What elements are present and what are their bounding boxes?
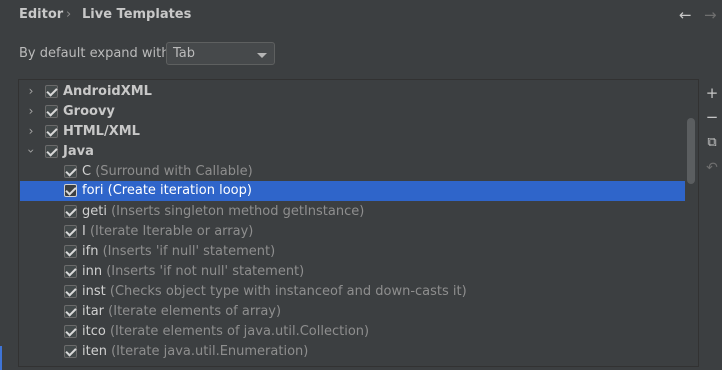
expand-with-value: Tab	[173, 46, 196, 61]
group-row-htmlxml[interactable]: › HTML/XML	[20, 122, 685, 142]
template-checkbox[interactable]	[64, 225, 77, 238]
group-label: Java	[63, 144, 94, 159]
template-row[interactable]: itar (Iterate elements of array)	[20, 302, 685, 322]
template-checkbox[interactable]	[64, 285, 77, 298]
template-row[interactable]: C (Surround with Callable)	[20, 162, 685, 182]
template-abbreviation: inst	[82, 284, 106, 299]
copy-icon[interactable]: ⧉	[703, 134, 721, 152]
group-row-java[interactable]: › Java	[20, 142, 685, 162]
expand-with-select[interactable]: Tab	[166, 42, 275, 65]
template-description: (Inserts 'if null' statement)	[102, 244, 276, 259]
template-description: (Inserts 'if not null' statement)	[106, 264, 305, 279]
template-description: (Iterate Iterable or array)	[89, 224, 254, 239]
template-row[interactable]: geti (Inserts singleton method getInstan…	[20, 202, 685, 222]
group-label: AndroidXML	[63, 84, 152, 99]
template-row[interactable]: iten (Iterate java.util.Enumeration)	[20, 342, 685, 362]
group-checkbox[interactable]	[45, 125, 58, 138]
forward-arrow-icon[interactable]: →	[704, 6, 717, 24]
header: Editor › Live Templates ← →	[0, 0, 722, 30]
template-checkbox[interactable]	[64, 345, 77, 358]
template-description: (Iterate elements of array)	[108, 304, 282, 319]
remove-icon[interactable]: −	[703, 108, 721, 126]
restore-defaults-icon[interactable]: ↶	[703, 159, 721, 177]
breadcrumb-separator: ›	[66, 7, 72, 22]
template-abbreviation: ifn	[82, 244, 99, 259]
add-icon[interactable]: +	[703, 84, 721, 102]
expand-with-label: By default expand with	[19, 46, 170, 61]
group-checkbox[interactable]	[45, 105, 58, 118]
group-checkbox[interactable]	[45, 85, 58, 98]
template-abbreviation: fori	[82, 183, 104, 198]
template-description: (Surround with Callable)	[95, 164, 253, 179]
template-abbreviation: I	[82, 224, 86, 239]
template-checkbox[interactable]	[64, 184, 77, 197]
template-description: (Iterate java.util.Enumeration)	[111, 344, 309, 359]
breadcrumb-editor[interactable]: Editor	[19, 7, 63, 22]
template-row[interactable]: I (Iterate Iterable or array)	[20, 222, 685, 242]
template-description: (Create iteration loop)	[107, 183, 252, 198]
back-arrow-icon[interactable]: ←	[679, 6, 692, 24]
template-checkbox[interactable]	[64, 205, 77, 218]
template-description: (Checks object type with instanceof and …	[109, 284, 467, 299]
group-row-androidxml[interactable]: › AndroidXML	[20, 82, 685, 102]
chevron-right-icon[interactable]: ›	[25, 84, 37, 98]
vertical-scrollbar-thumb[interactable]	[687, 118, 695, 184]
template-abbreviation: geti	[82, 204, 107, 219]
template-abbreviation: itco	[82, 324, 106, 339]
chevron-down-icon	[257, 53, 267, 58]
focus-indicator	[0, 346, 2, 370]
template-checkbox[interactable]	[64, 305, 77, 318]
template-description: (Iterate elements of java.util.Collectio…	[109, 324, 370, 339]
template-row[interactable]: ifn (Inserts 'if null' statement)	[20, 242, 685, 262]
templates-tree[interactable]: › AndroidXML › Groovy › HTML/XML › Java …	[18, 79, 699, 367]
template-abbreviation: inn	[82, 264, 103, 279]
group-row-groovy[interactable]: › Groovy	[20, 102, 685, 122]
template-checkbox[interactable]	[64, 165, 77, 178]
template-row[interactable]: inst (Checks object type with instanceof…	[20, 282, 685, 302]
template-abbreviation: iten	[82, 344, 107, 359]
page-title: Live Templates	[82, 7, 192, 22]
template-checkbox[interactable]	[64, 325, 77, 338]
template-row[interactable]: itco (Iterate elements of java.util.Coll…	[20, 322, 685, 342]
side-toolbar: + − ⧉ ↶	[700, 79, 722, 367]
group-label: Groovy	[63, 104, 115, 119]
template-abbreviation: C	[82, 164, 92, 179]
template-abbreviation: itar	[82, 304, 105, 319]
template-row[interactable]: inn (Inserts 'if not null' statement)	[20, 262, 685, 282]
chevron-right-icon[interactable]: ›	[25, 104, 37, 118]
template-row-selected[interactable]: fori (Create iteration loop)	[20, 181, 685, 201]
template-description: (Inserts singleton method getInstance)	[111, 204, 365, 219]
template-checkbox[interactable]	[64, 265, 77, 278]
group-label: HTML/XML	[63, 124, 140, 139]
chevron-down-icon[interactable]: ›	[24, 145, 38, 157]
chevron-right-icon[interactable]: ›	[25, 124, 37, 138]
template-checkbox[interactable]	[64, 245, 77, 258]
group-checkbox[interactable]	[45, 145, 58, 158]
